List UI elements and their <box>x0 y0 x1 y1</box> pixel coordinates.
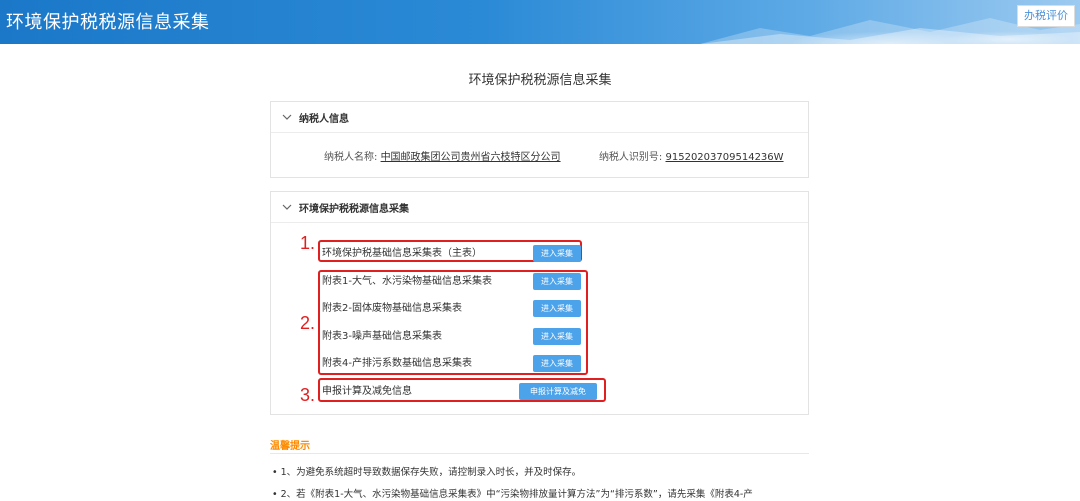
taxpayer-info-row: 纳税人名称: 中国邮政集团公司贵州省六枝特区分公司 纳税人识别号: 915202… <box>324 148 784 163</box>
chevron-down-icon[interactable] <box>281 111 293 123</box>
taxpayer-id-label: 纳税人识别号: <box>598 152 663 163</box>
annotation-number-1: 1. <box>300 233 316 253</box>
item-attachment-4-label: 附表4-产排污系数基础信息采集表 <box>322 358 472 369</box>
enter-collection-button-attachment-3[interactable]: 进入采集 <box>533 328 581 345</box>
item-attachment-3-label: 附表3-噪声基础信息采集表 <box>322 331 442 342</box>
top-banner: 环境保护税税源信息采集 办税评价 <box>0 0 1080 44</box>
item-main-table-label: 环境保护税基础信息采集表（主表） <box>322 248 482 259</box>
taxpayer-name-value: 中国邮政集团公司贵州省六枝特区分公司 <box>380 152 561 163</box>
taxpayer-name-label: 纳税人名称: <box>324 152 378 163</box>
page-title: 环境保护税税源信息采集 <box>468 73 612 88</box>
item-attachment-2-label: 附表2-固体废物基础信息采集表 <box>322 303 462 314</box>
chevron-down-icon[interactable] <box>281 201 293 213</box>
collection-header[interactable]: 环境保护税税源信息采集 <box>271 192 808 223</box>
enter-collection-button-attachment-2[interactable]: 进入采集 <box>533 300 581 317</box>
rate-service-button[interactable]: 办税评价 <box>1017 5 1075 27</box>
app-title: 环境保护税税源信息采集 <box>6 12 210 33</box>
declaration-calculation-button[interactable]: 申报计算及减免 <box>519 383 597 400</box>
enter-collection-button-attachment-4[interactable]: 进入采集 <box>533 355 581 372</box>
annotation-number-2: 2. <box>300 313 316 333</box>
item-attachment-1-label: 附表1-大气、水污染物基础信息采集表 <box>322 276 492 287</box>
item-declaration-label: 申报计算及减免信息 <box>322 386 412 397</box>
annotation-number-3: 3. <box>300 385 316 405</box>
enter-collection-button-attachment-1[interactable]: 进入采集 <box>533 273 581 290</box>
taxpayer-info-header[interactable]: 纳税人信息 <box>271 102 808 133</box>
tips-title: 温馨提示 <box>270 441 310 452</box>
taxpayer-info-title: 纳税人信息 <box>299 113 349 125</box>
tips-divider <box>270 453 809 454</box>
taxpayer-info-panel: 纳税人信息 纳税人名称: 中国邮政集团公司贵州省六枝特区分公司 纳税人识别号: … <box>270 101 809 178</box>
enter-collection-button-main[interactable]: 进入采集 <box>533 245 581 262</box>
tip-item-2: • 2、若《附表1-大气、水污染物基础信息采集表》中“污染物排放量计算方法”为“… <box>272 489 753 500</box>
tip-item-1: • 1、为避免系统超时导致数据保存失败，请控制录入时长，并及时保存。 <box>272 467 582 478</box>
taxpayer-id-value: 91520203709514236W <box>665 152 784 163</box>
collection-title: 环境保护税税源信息采集 <box>299 203 409 215</box>
